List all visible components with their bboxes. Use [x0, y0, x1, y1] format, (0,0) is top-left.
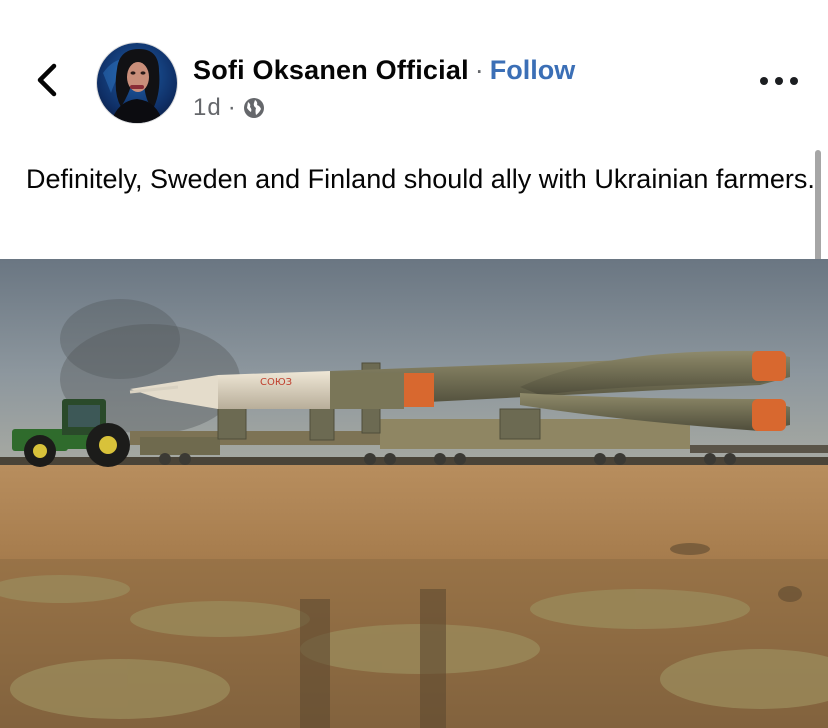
- post-header: Sofi Oksanen Official · Follow 1d ·: [0, 0, 828, 140]
- post-photo[interactable]: СОЮЗ: [0, 259, 828, 728]
- avatar[interactable]: [96, 42, 178, 124]
- post-meta: 1d ·: [193, 94, 266, 122]
- rocket-marking: СОЮЗ: [260, 377, 292, 388]
- meta-separator: ·: [227, 94, 236, 121]
- back-button[interactable]: [30, 60, 64, 100]
- author-row: Sofi Oksanen Official · Follow: [193, 52, 575, 88]
- more-horizontal-icon: [760, 77, 768, 85]
- post-text: Definitely, Sweden and Finland should al…: [26, 164, 815, 194]
- more-options-button[interactable]: [760, 68, 798, 94]
- separator-dot: ·: [474, 54, 484, 85]
- author-name[interactable]: Sofi Oksanen Official: [193, 55, 469, 86]
- follow-button[interactable]: Follow: [490, 55, 575, 86]
- globe-icon: [243, 98, 264, 118]
- post-timestamp[interactable]: 1d: [193, 94, 222, 122]
- chevron-left-icon: [37, 63, 57, 97]
